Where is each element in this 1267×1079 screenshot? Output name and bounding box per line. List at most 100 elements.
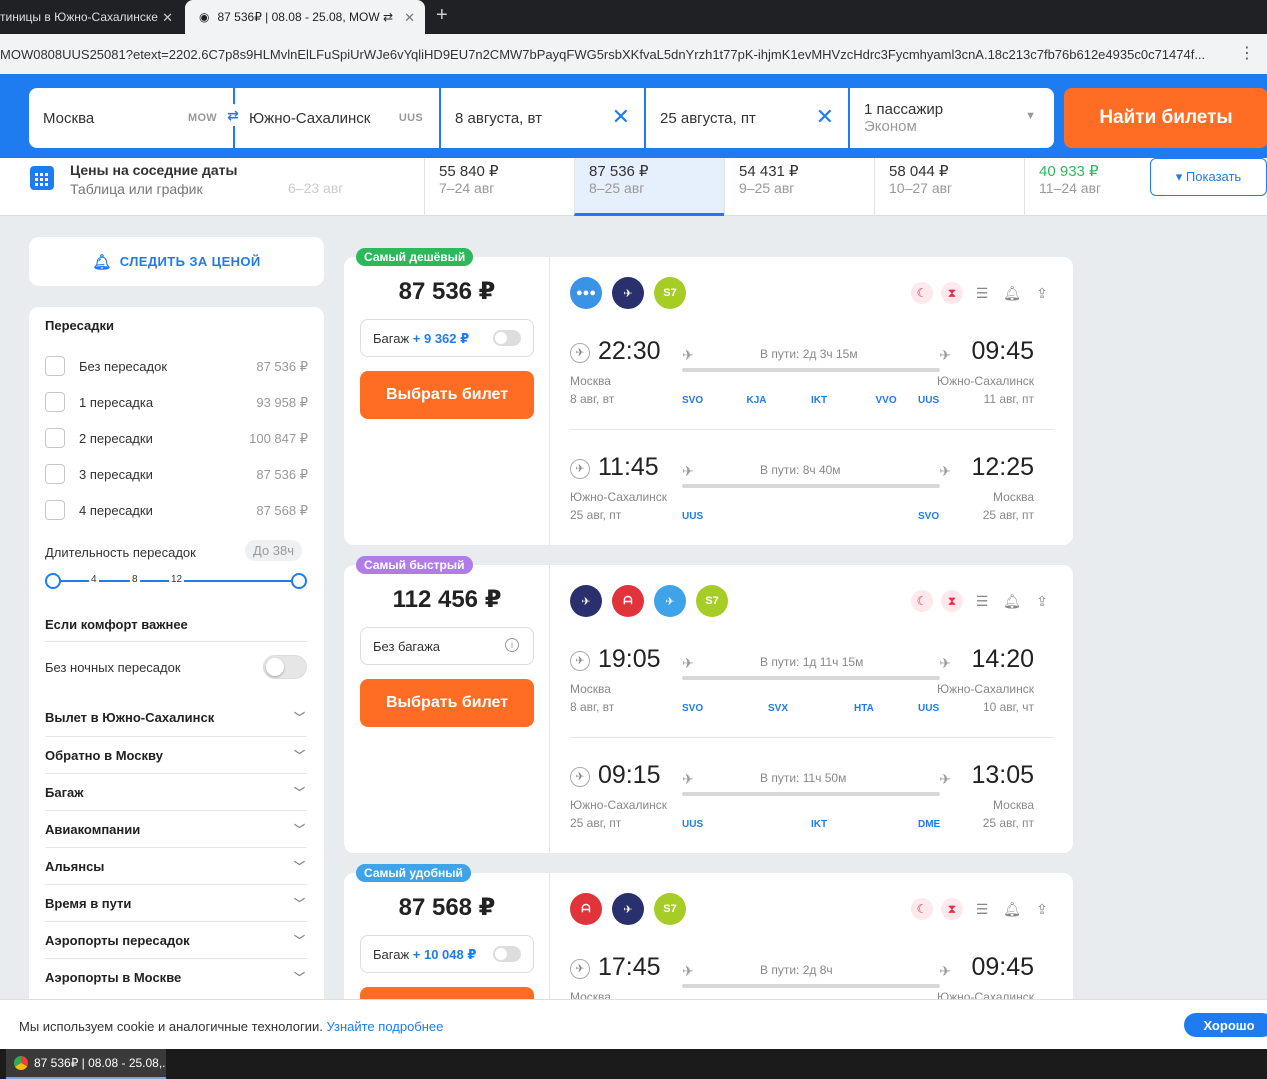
- clear-depart-date-icon[interactable]: ✕: [612, 104, 630, 130]
- depart-date-field[interactable]: 8 августа, вт ✕: [441, 88, 644, 148]
- checkbox[interactable]: [45, 428, 65, 448]
- calendar-icon: [30, 166, 54, 190]
- date-price-cell[interactable]: 55 840 ₽7–24 авг: [424, 158, 574, 216]
- date-range: 10–27 авг: [889, 180, 953, 196]
- taskbar-item-label: 87 536₽ | 08.08 - 25.08,...: [34, 1056, 166, 1070]
- clear-return-date-icon[interactable]: ✕: [816, 104, 834, 130]
- address-bar[interactable]: MOW0808UUS25081?etext=2202.6C7p8s9HLMvln…: [0, 34, 1267, 74]
- close-tab-icon[interactable]: ✕: [404, 10, 415, 26]
- accordion-baggage[interactable]: Багаж ﹀: [45, 773, 307, 810]
- share-icon[interactable]: ⇪: [1031, 590, 1053, 612]
- date-price-cell[interactable]: 40 933 ₽11–24 авг: [1024, 158, 1144, 216]
- slider-handle-min[interactable]: [45, 573, 61, 589]
- bell-icon[interactable]: 🔔︎: [1001, 590, 1023, 612]
- segment-divider: [570, 737, 1054, 738]
- choose-ticket-button[interactable]: Выбрать билет: [360, 679, 534, 727]
- route-line: [682, 984, 940, 988]
- passengers-field[interactable]: 1 пассажир Эконом ▼: [850, 88, 1054, 148]
- rossiya-logo-icon: ✈: [570, 585, 602, 617]
- ticket-price: 87 536 ₽: [398, 278, 496, 305]
- arrival-date: 25 авг, пт: [982, 816, 1034, 830]
- option-price: 87 536 ₽: [256, 359, 308, 374]
- checkbox[interactable]: [45, 356, 65, 376]
- close-tab-icon[interactable]: ✕: [162, 10, 173, 26]
- share-icon[interactable]: ⇪: [1031, 282, 1053, 304]
- share-icon[interactable]: ⇪: [1031, 898, 1053, 920]
- airport-code: IKT: [811, 395, 828, 406]
- baggage-switch[interactable]: [493, 946, 521, 962]
- date-price: 54 431 ₽: [739, 163, 799, 180]
- compare-list-icon[interactable]: ☰: [971, 898, 993, 920]
- checkbox[interactable]: [45, 464, 65, 484]
- return-date: 25 августа, пт: [660, 109, 756, 127]
- pin-icon[interactable]: ✈: [570, 459, 590, 479]
- cookie-accept-button[interactable]: Хорошо: [1184, 1013, 1267, 1037]
- compare-list-icon[interactable]: ☰: [971, 590, 993, 612]
- chrome-icon: [14, 1056, 28, 1070]
- bell-icon: 🔔︎: [92, 253, 112, 271]
- nearby-dates-strip: Цены на соседние даты Таблица или график…: [0, 158, 1267, 216]
- accordion-transfer-airports[interactable]: Аэропорты пересадок ﹀: [45, 921, 307, 958]
- new-tab-button[interactable]: +: [436, 4, 448, 27]
- checkbox[interactable]: [45, 500, 65, 520]
- cookie-learn-more-link[interactable]: Узнайте подробнее: [326, 1019, 443, 1034]
- accordion-moscow-airports[interactable]: Аэропорты в Москве ﹀: [45, 958, 307, 995]
- compare-list-icon[interactable]: ☰: [971, 282, 993, 304]
- strip-subtitle[interactable]: Таблица или график: [70, 181, 203, 197]
- departure-date: 25 авг, пт: [570, 816, 622, 830]
- pin-icon[interactable]: ✈: [570, 343, 590, 363]
- pin-icon[interactable]: ✈: [570, 651, 590, 671]
- choose-ticket-button[interactable]: Выбрать билет: [360, 371, 534, 419]
- show-calendar-button[interactable]: ▾ Показать: [1150, 158, 1267, 196]
- find-tickets-button[interactable]: Найти билеты: [1064, 88, 1267, 148]
- checkbox[interactable]: [45, 392, 65, 412]
- date-price-cell[interactable]: 6–23 авг: [274, 158, 424, 216]
- pin-icon[interactable]: ✈: [570, 959, 590, 979]
- bell-icon[interactable]: 🔔︎: [1001, 898, 1023, 920]
- browser-tab-hotels[interactable]: тиницы в Южно-Сахалинске ✕: [0, 0, 183, 34]
- no-baggage-info[interactable]: Без багажа i: [360, 627, 534, 665]
- route-line: [682, 792, 940, 796]
- swap-icon[interactable]: ⇄: [222, 104, 244, 126]
- bell-icon[interactable]: 🔔︎: [1001, 282, 1023, 304]
- accordion-label: Аэропорты в Москве: [45, 970, 182, 985]
- destination-field[interactable]: Южно-Сахалинск UUS: [235, 88, 439, 148]
- cookie-banner: Мы используем cookie и аналогичные техно…: [0, 999, 1267, 1049]
- baggage-switch[interactable]: [493, 330, 521, 346]
- departure-time: 22:30: [598, 337, 661, 365]
- origin-field[interactable]: Москва MOW: [29, 88, 233, 148]
- accordion-travel-time[interactable]: Время в пути ﹀: [45, 884, 307, 921]
- takeoff-icon: ✈: [682, 655, 694, 671]
- info-icon[interactable]: i: [505, 638, 519, 652]
- no-night-toggle[interactable]: [263, 655, 307, 679]
- date-price-cell-selected[interactable]: 87 536 ₽8–25 авг: [574, 158, 724, 216]
- accordion-label: Время в пути: [45, 896, 132, 911]
- accordion-return[interactable]: Обратно в Москву ﹀: [45, 736, 307, 773]
- slider-tick: 8: [130, 574, 140, 585]
- option-label: 1 пересадка: [79, 395, 154, 410]
- date-price-cell[interactable]: 58 044 ₽10–27 авг: [874, 158, 1024, 216]
- browser-tab-active[interactable]: ◉ 87 536₽ | 08.08 - 25.08, MOW ⇄ ✕: [185, 0, 425, 34]
- takeoff-icon: ✈: [682, 347, 694, 363]
- pin-icon[interactable]: ✈: [570, 767, 590, 787]
- baggage-toggle[interactable]: Багаж + 10 048 ₽: [360, 935, 534, 973]
- departure-time: 11:45: [598, 453, 659, 481]
- follow-price-button[interactable]: 🔔︎ СЛЕДИТЬ ЗА ЦЕНОЙ: [29, 237, 324, 286]
- baggage-toggle[interactable]: Багаж + 9 362 ₽: [360, 319, 534, 357]
- airport-code: UUS: [918, 703, 940, 714]
- menu-dots-icon[interactable]: ⋮: [1239, 43, 1255, 63]
- accordion-airlines[interactable]: Авиакомпании ﹀: [45, 810, 307, 847]
- takeoff-icon: ✈: [682, 771, 694, 787]
- origin-code: MOW: [187, 112, 217, 124]
- date-range: 6–23 авг: [288, 180, 344, 196]
- airport-code: SVO: [682, 703, 704, 714]
- accordion-departure[interactable]: Вылет в Южно-Сахалинск ﹀: [45, 699, 307, 736]
- slider-handle-max[interactable]: [291, 573, 307, 589]
- taskbar-chrome-item[interactable]: 87 536₽ | 08.08 - 25.08,...: [6, 1049, 166, 1079]
- date-price-cell[interactable]: 54 431 ₽9–25 авг: [724, 158, 874, 216]
- card-actions: ☾ ⧗ ☰ 🔔︎ ⇪: [911, 898, 1053, 920]
- flight-segment: ✈ 22:30 09:45 Москва 8 авг, вт Южно-Сахалинск…: [570, 337, 1054, 432]
- accordion-alliances[interactable]: Альянсы ﹀: [45, 847, 307, 884]
- date-price: 58 044 ₽: [889, 163, 949, 180]
- return-date-field[interactable]: 25 августа, пт ✕: [646, 88, 848, 148]
